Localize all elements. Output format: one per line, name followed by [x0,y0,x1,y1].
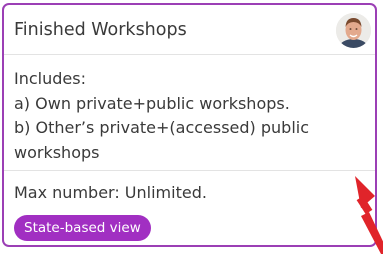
workshop-card: Finished Workshops Includes: a) Own priv… [2,3,377,247]
description-line: Includes: [14,69,86,88]
header-divider [4,54,375,55]
description-line: workshops [14,142,100,162]
user-avatar-icon[interactable] [336,13,371,48]
description-line: a) Own private+public workshops. [14,93,290,113]
card-description: Includes: a) Own private+public workshop… [14,67,364,165]
card-header: Finished Workshops [4,5,375,54]
state-based-view-badge[interactable]: State-based view [14,215,151,241]
avatar-portrait [336,13,371,48]
description-line: b) Other’s private+(accessed) public [14,118,310,137]
body-divider [4,170,375,171]
red-arrow-icon [355,176,383,254]
card-title: Finished Workshops [14,20,187,40]
max-number-text: Max number: Unlimited. [14,183,207,202]
